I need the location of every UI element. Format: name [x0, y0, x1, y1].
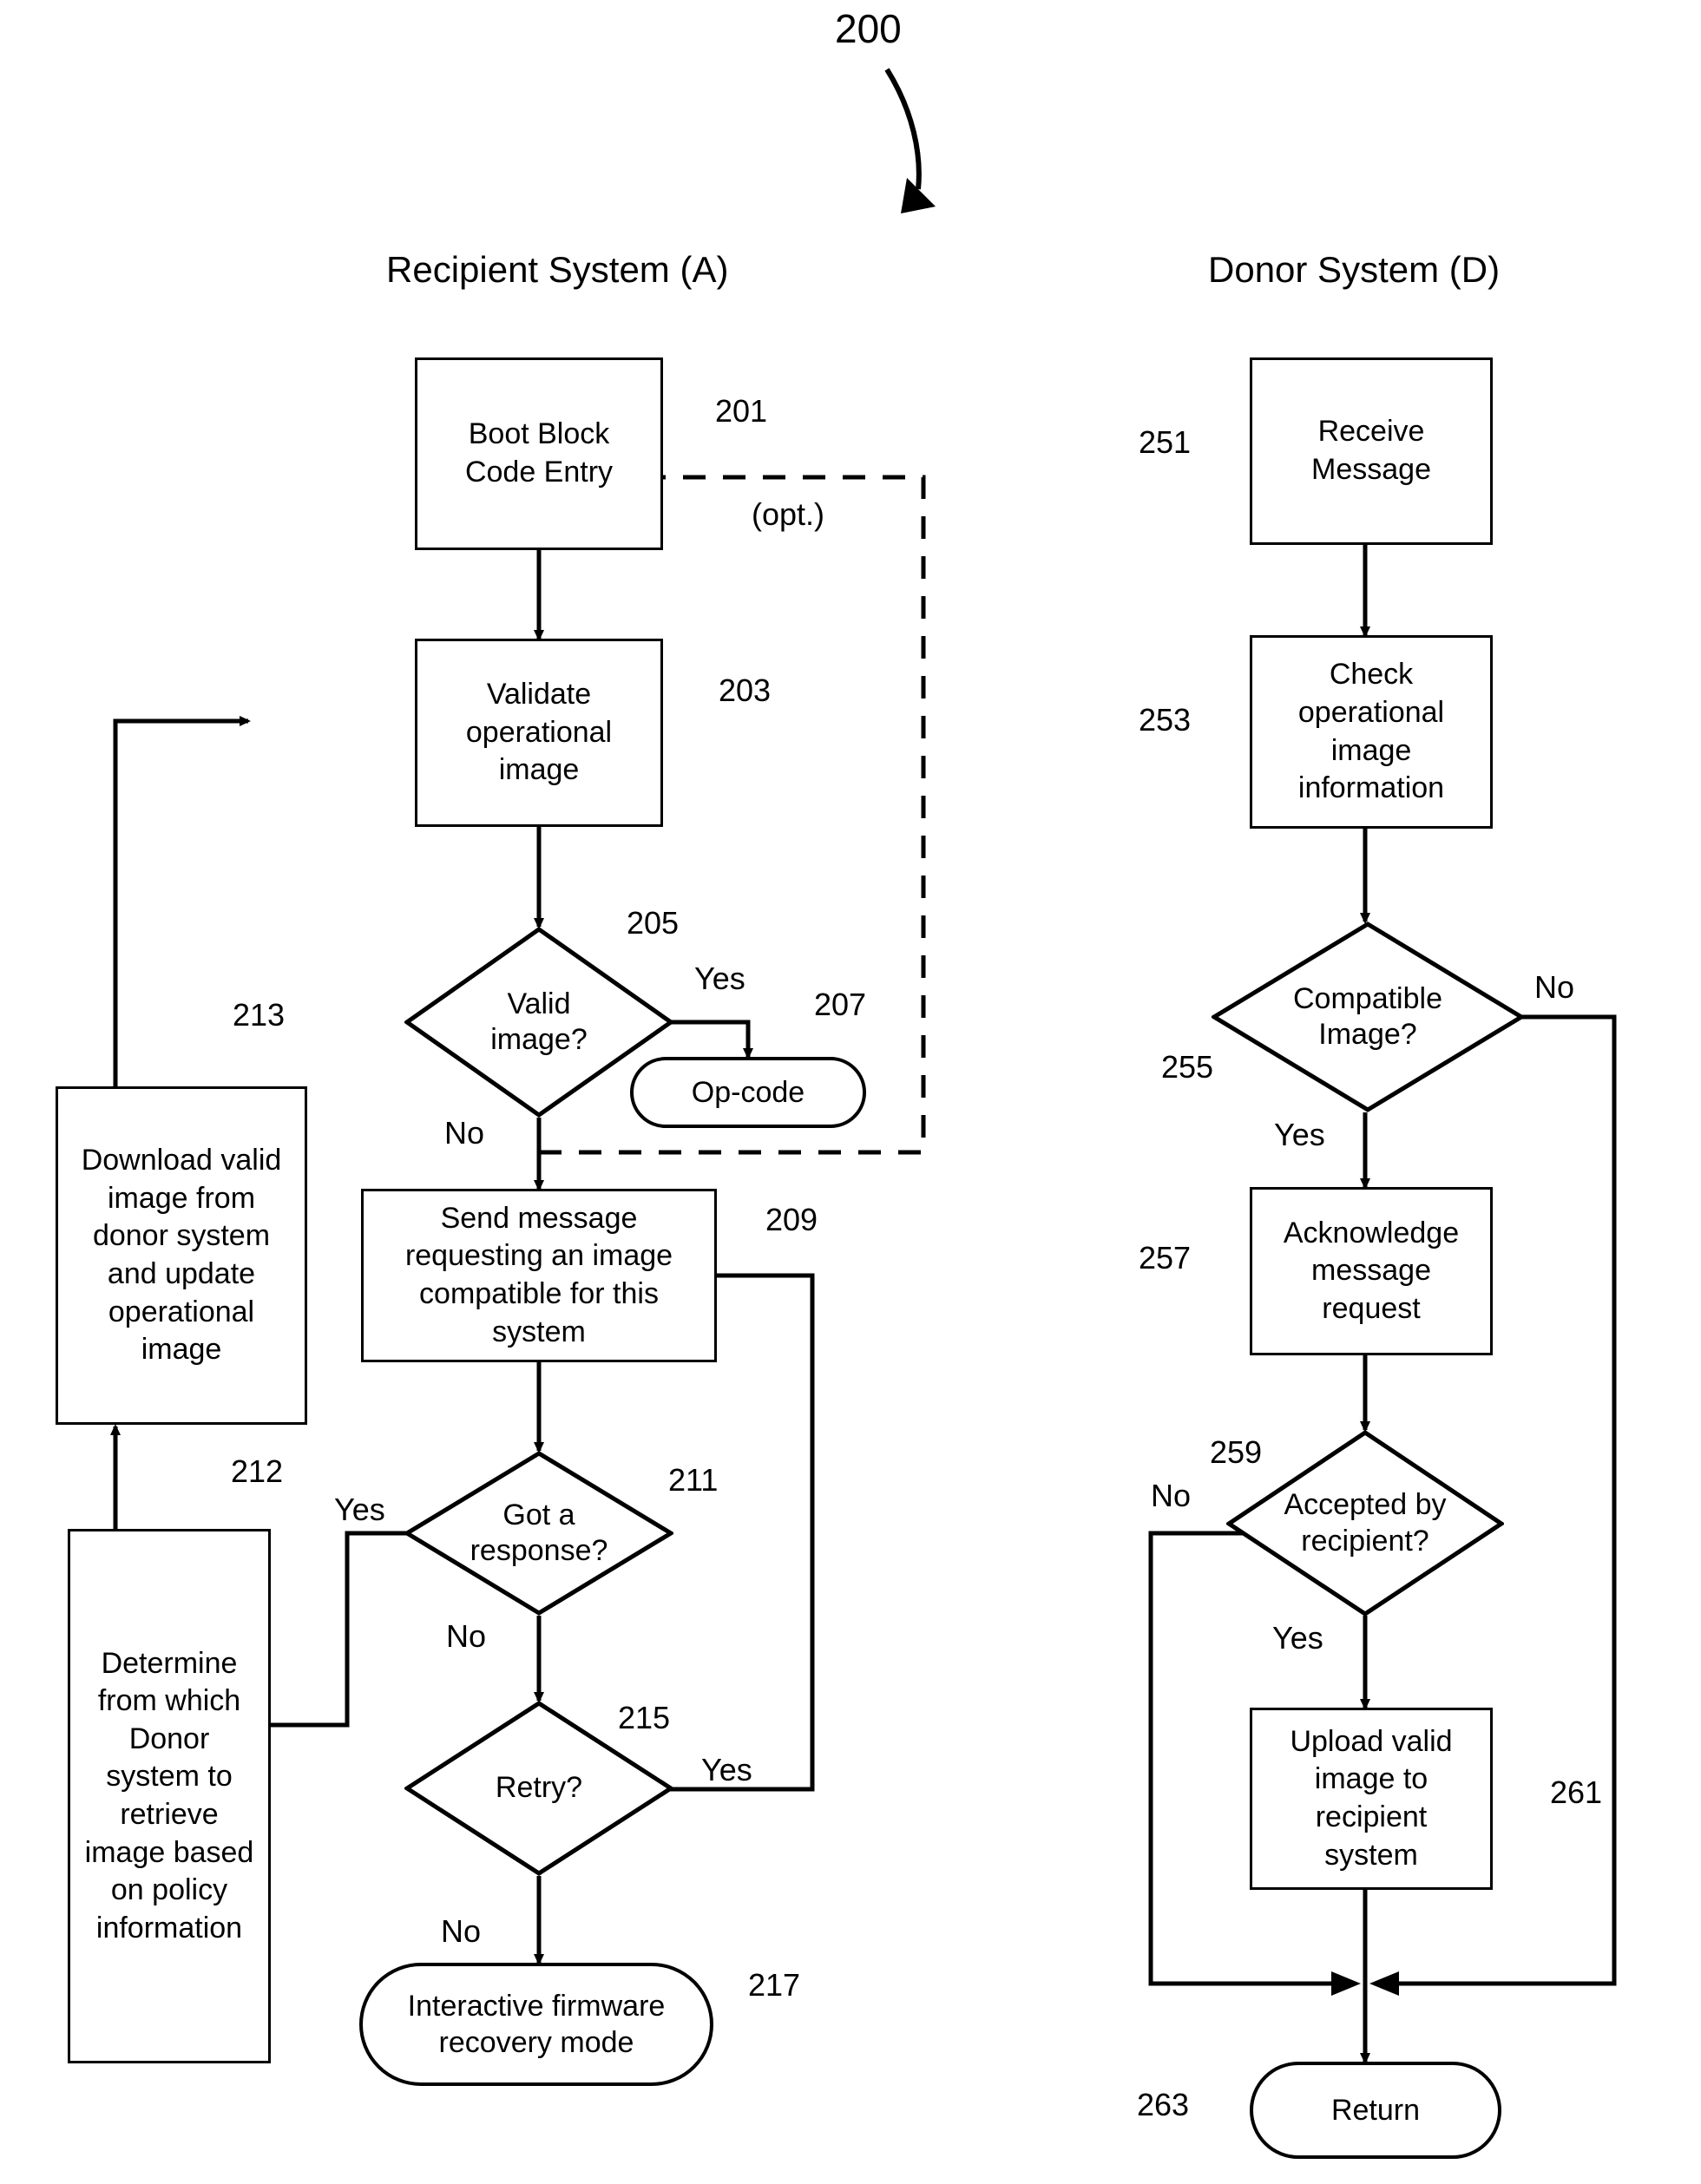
node-207-op-code[interactable]: Op-code — [630, 1057, 866, 1128]
node-253-label: Check operational image information — [1297, 658, 1445, 805]
node-207-label: Op-code — [691, 1075, 805, 1109]
edge-label-response-no: No — [446, 1618, 487, 1654]
column-heading-recipient: Recipient System (A) — [386, 249, 729, 290]
edge-label-valid-yes: Yes — [694, 961, 745, 996]
ref-263: 263 — [1137, 2087, 1190, 2122]
ref-261: 261 — [1550, 1774, 1603, 1810]
node-259-label: Accepted by recipient? — [1284, 1488, 1447, 1558]
node-213-label: Download valid image from donor system a… — [81, 1144, 282, 1367]
node-255-label: Compatible Image? — [1293, 981, 1442, 1051]
edge-label-accepted-yes: Yes — [1272, 1620, 1323, 1656]
node-201-label: Boot Block Code Entry — [464, 417, 614, 489]
node-209-label: Send message requesting an image compati… — [404, 1201, 673, 1348]
edge-label-compatible-yes: Yes — [1274, 1117, 1325, 1152]
node-253-check-operational-image-information[interactable]: Check operational image information — [1250, 635, 1493, 829]
ref-253: 253 — [1139, 702, 1192, 738]
node-261-label: Upload valid image to recipient system — [1290, 1724, 1453, 1872]
ref-259: 259 — [1210, 1434, 1263, 1470]
node-257-acknowledge-message-request[interactable]: Acknowledge message request — [1250, 1187, 1493, 1355]
edge-label-accepted-no: No — [1151, 1478, 1192, 1513]
column-heading-donor: Donor System (D) — [1208, 249, 1501, 290]
ref-205: 205 — [627, 905, 680, 941]
ref-201: 201 — [715, 393, 768, 429]
node-255-compatible-image-decision[interactable]: Compatible Image? — [1212, 921, 1524, 1112]
node-263-return[interactable]: Return — [1250, 2062, 1501, 2159]
node-211-label: Got a response? — [470, 1498, 608, 1567]
flowchart-figure: 200 Recipient System (A) Donor System (D… — [0, 0, 1701, 2184]
node-257-label: Acknowledge message request — [1283, 1216, 1460, 1325]
node-209-send-message-request[interactable]: Send message requesting an image compati… — [361, 1189, 717, 1362]
ref-257: 257 — [1139, 1240, 1192, 1276]
ref-209: 209 — [765, 1202, 818, 1237]
node-203-label: Validate operational image — [465, 678, 613, 787]
node-212-determine-donor-system[interactable]: Determine from which Donor system to ret… — [68, 1529, 271, 2063]
node-212-label: Determine from which Donor system to ret… — [84, 1646, 254, 1945]
node-251-receive-message[interactable]: Receive Message — [1250, 357, 1493, 545]
node-213-download-valid-image[interactable]: Download valid image from donor system a… — [56, 1086, 307, 1425]
edge-label-valid-no: No — [444, 1115, 485, 1151]
node-215-label: Retry? — [495, 1771, 583, 1805]
node-251-label: Receive Message — [1311, 415, 1431, 486]
node-217-label: Interactive firmware recovery mode — [407, 1989, 666, 2060]
node-259-accepted-by-recipient-decision[interactable]: Accepted by recipient? — [1226, 1430, 1504, 1617]
ref-215: 215 — [618, 1700, 671, 1735]
node-217-interactive-firmware-recovery-mode[interactable]: Interactive firmware recovery mode — [359, 1963, 713, 2086]
node-203-validate-operational-image[interactable]: Validate operational image — [415, 639, 663, 827]
edge-label-optional: (opt.) — [752, 496, 825, 532]
node-205-label: Valid image? — [490, 987, 588, 1056]
ref-213: 213 — [233, 997, 286, 1033]
edge-label-compatible-no: No — [1534, 969, 1575, 1005]
ref-217: 217 — [748, 1967, 801, 2003]
ref-255: 255 — [1161, 1049, 1214, 1085]
ref-212: 212 — [231, 1453, 284, 1489]
edge-label-retry-no: No — [441, 1913, 482, 1949]
ref-251: 251 — [1139, 424, 1192, 460]
node-201-boot-block-code-entry[interactable]: Boot Block Code Entry — [415, 357, 663, 550]
node-261-upload-valid-image[interactable]: Upload valid image to recipient system — [1250, 1708, 1493, 1890]
node-211-got-a-response-decision[interactable]: Got a response? — [404, 1451, 673, 1616]
node-263-label: Return — [1330, 2093, 1421, 2127]
ref-211: 211 — [668, 1462, 719, 1498]
edge-label-response-yes: Yes — [334, 1492, 385, 1527]
figure-number: 200 — [835, 6, 902, 51]
edge-label-retry-yes: Yes — [701, 1752, 752, 1787]
ref-207: 207 — [814, 987, 867, 1022]
ref-203: 203 — [719, 672, 772, 708]
